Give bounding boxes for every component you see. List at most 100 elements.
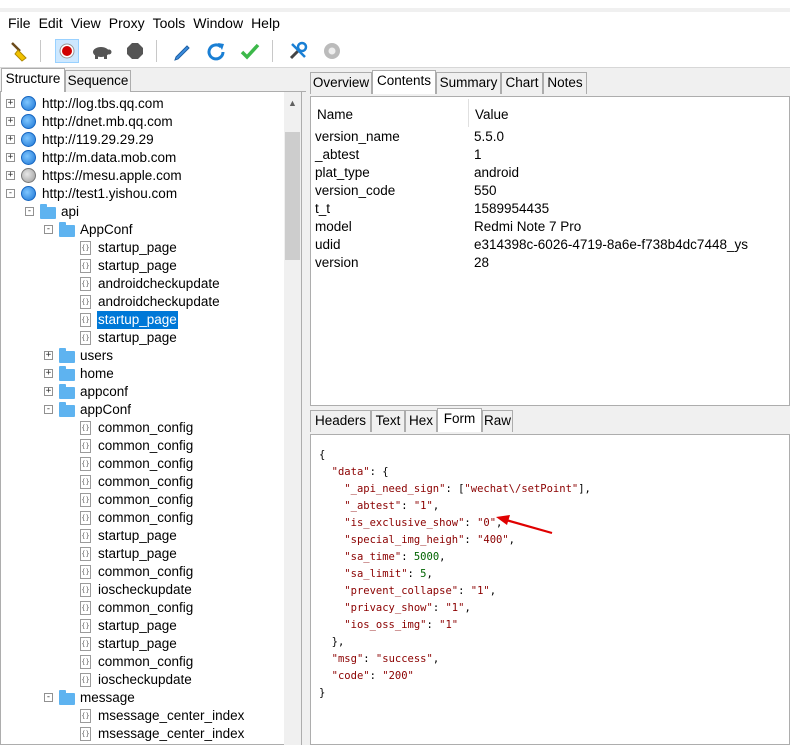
tree-request-item[interactable]: {} startup_page	[1, 311, 285, 329]
expand-icon[interactable]: +	[6, 99, 15, 108]
tree-request-item[interactable]: {} msessage_center_index	[1, 707, 285, 725]
tree-item-label: common_config	[98, 654, 194, 669]
tree-request-item[interactable]: {} msessage_center_index	[1, 725, 285, 743]
collapse-icon[interactable]: -	[6, 189, 15, 198]
tree-request-item[interactable]: {} common_config	[1, 599, 285, 617]
tree-item-label: startup_page	[98, 330, 177, 345]
pen-icon[interactable]	[170, 39, 194, 63]
menu-edit[interactable]: Edit	[35, 12, 67, 34]
tab-text[interactable]: Text	[371, 410, 405, 432]
title-bar	[0, 0, 790, 8]
json-line: "special_img_heigh": "400",	[344, 534, 515, 546]
tab-notes[interactable]: Notes	[543, 72, 587, 94]
tree-request-item[interactable]: {} common_config	[1, 437, 285, 455]
tree-item-label: common_config	[98, 456, 194, 471]
tree-request-item[interactable]: {} ioscheckupdate	[1, 671, 285, 689]
collapse-icon[interactable]: -	[44, 693, 53, 702]
tree-request-item[interactable]: {} common_config	[1, 563, 285, 581]
menu-window[interactable]: Window	[189, 12, 247, 34]
collapse-icon[interactable]: -	[44, 225, 53, 234]
tree-folder-item[interactable]: - appConf	[1, 401, 285, 419]
scroll-up-icon[interactable]: ▲	[288, 98, 297, 108]
tree-item-label: common_config	[98, 492, 194, 507]
tree-request-item[interactable]: {} androidcheckupdate	[1, 293, 285, 311]
tab-form[interactable]: Form	[437, 408, 482, 432]
tree-request-item[interactable]: {} ioscheckupdate	[1, 581, 285, 599]
tree-item-label: common_config	[98, 510, 194, 525]
param-name: udid	[315, 237, 341, 252]
expand-icon[interactable]: +	[6, 117, 15, 126]
tree-request-item[interactable]: {} androidcheckupdate	[1, 275, 285, 293]
json-file-icon: {}	[80, 439, 91, 453]
tree-request-item[interactable]: {} startup_page	[1, 329, 285, 347]
tree-request-item[interactable]: {} startup_page	[1, 239, 285, 257]
expand-icon[interactable]: +	[6, 153, 15, 162]
tab-chart[interactable]: Chart	[501, 72, 543, 94]
folder-icon	[59, 402, 75, 417]
column-header-value[interactable]: Value	[475, 103, 509, 127]
record-icon[interactable]	[55, 39, 79, 63]
collapse-icon[interactable]: -	[25, 207, 34, 216]
tree-request-item[interactable]: {} startup_page	[1, 635, 285, 653]
tab-sequence[interactable]: Sequence	[65, 70, 131, 92]
tab-headers[interactable]: Headers	[310, 410, 371, 432]
json-file-icon: {}	[80, 709, 91, 723]
tree-folder-item[interactable]: + users	[1, 347, 285, 365]
tree-host-item[interactable]: + http://dnet.mb.qq.com	[1, 113, 285, 131]
stop-icon[interactable]	[123, 39, 147, 63]
tree-host-item[interactable]: - http://test1.yishou.com	[1, 185, 285, 203]
tree-folder-item[interactable]: - message	[1, 689, 285, 707]
collapse-icon[interactable]: -	[44, 405, 53, 414]
tree-host-item[interactable]: + http://m.data.mob.com	[1, 149, 285, 167]
expand-icon[interactable]: +	[6, 171, 15, 180]
tree-request-item[interactable]: {} startup_page	[1, 257, 285, 275]
tab-raw[interactable]: Raw	[482, 410, 513, 432]
tools-icon[interactable]	[286, 39, 310, 63]
tree-folder-item[interactable]: + appconf	[1, 383, 285, 401]
tree-request-item[interactable]: {} common_config	[1, 419, 285, 437]
tree-item-label: startup_page	[97, 311, 178, 329]
menu-proxy[interactable]: Proxy	[105, 12, 149, 34]
tab-overview[interactable]: Overview	[310, 72, 372, 94]
tree-host-item[interactable]: + http://log.tbs.qq.com	[1, 95, 285, 113]
param-name: version_name	[315, 129, 400, 144]
tree-request-item[interactable]: {} common_config	[1, 653, 285, 671]
tree-folder-item[interactable]: - api	[1, 203, 285, 221]
expand-icon[interactable]: +	[44, 351, 53, 360]
json-line: "privacy_show": "1",	[344, 602, 471, 614]
tree-request-item[interactable]: {} common_config	[1, 491, 285, 509]
tab-structure[interactable]: Structure	[1, 68, 65, 92]
json-line: "_abtest": "1",	[344, 500, 440, 512]
settings-icon[interactable]	[320, 39, 344, 63]
menu-tools[interactable]: Tools	[149, 12, 190, 34]
tree-host-item[interactable]: + http://119.29.29.29	[1, 131, 285, 149]
tree-host-item[interactable]: + https://mesu.apple.com	[1, 167, 285, 185]
tab-contents[interactable]: Contents	[372, 70, 436, 94]
tree-request-item[interactable]: {} common_config	[1, 455, 285, 473]
tree-request-item[interactable]: {} startup_page	[1, 617, 285, 635]
column-header-name[interactable]: Name	[317, 103, 353, 127]
json-file-icon: {}	[80, 421, 91, 435]
json-file-icon: {}	[80, 493, 91, 507]
expand-icon[interactable]: +	[6, 135, 15, 144]
tree-request-item[interactable]: {} startup_page	[1, 527, 285, 545]
menu-view[interactable]: View	[67, 12, 105, 34]
json-file-icon: {}	[80, 727, 91, 741]
tab-summary[interactable]: Summary	[436, 72, 501, 94]
tree-scrollbar[interactable]: ▲	[284, 92, 301, 745]
tree-request-item[interactable]: {} common_config	[1, 473, 285, 491]
tree-folder-item[interactable]: + home	[1, 365, 285, 383]
refresh-icon[interactable]	[204, 39, 228, 63]
scroll-thumb[interactable]	[285, 132, 300, 260]
menu-help[interactable]: Help	[247, 12, 284, 34]
expand-icon[interactable]: +	[44, 387, 53, 396]
tab-hex[interactable]: Hex	[405, 410, 437, 432]
tree-request-item[interactable]: {} common_config	[1, 509, 285, 527]
check-icon[interactable]	[238, 39, 262, 63]
broom-icon[interactable]	[8, 39, 32, 63]
tree-folder-item[interactable]: - AppConf	[1, 221, 285, 239]
turtle-icon[interactable]	[89, 39, 113, 63]
tree-request-item[interactable]: {} startup_page	[1, 545, 285, 563]
menu-file[interactable]: File	[4, 12, 35, 34]
expand-icon[interactable]: +	[44, 369, 53, 378]
